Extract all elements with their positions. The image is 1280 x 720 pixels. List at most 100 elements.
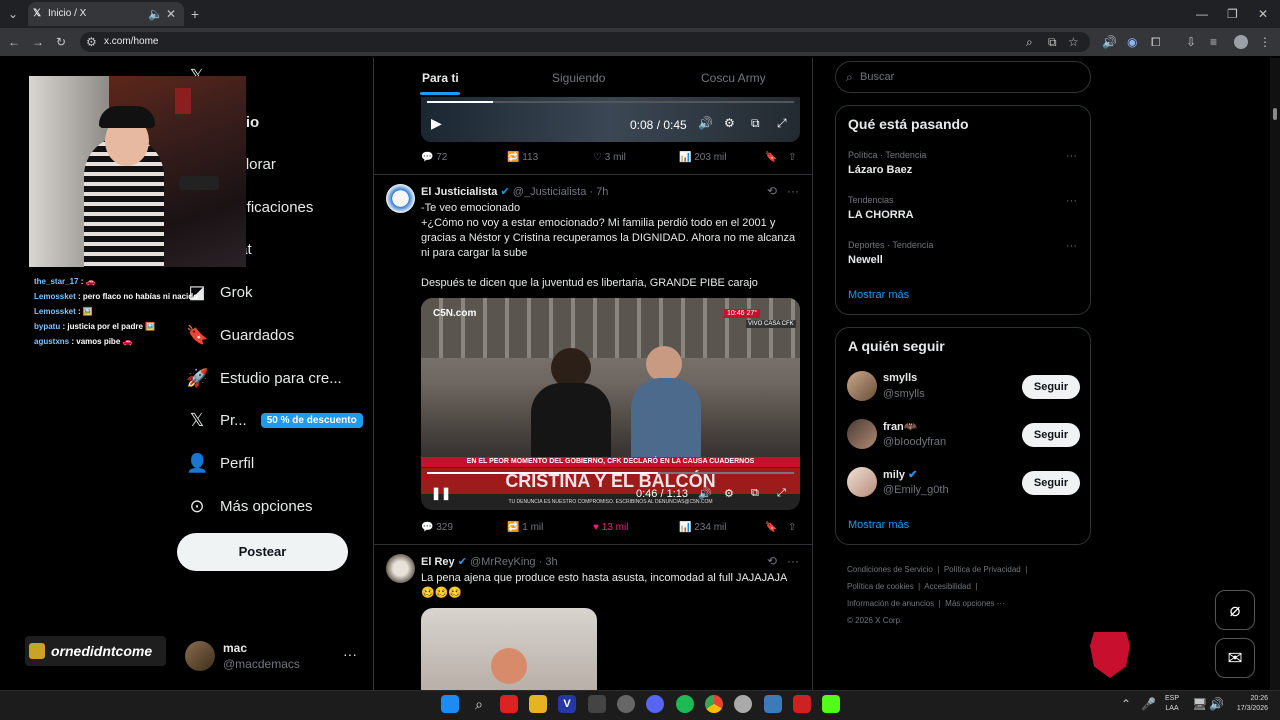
post-more-icon[interactable]: ··· (787, 184, 799, 198)
share-button[interactable]: ⇧ (788, 522, 796, 533)
post-time[interactable]: · 3h (539, 556, 558, 568)
account-switcher[interactable]: mac @macdemacs ··· (185, 638, 365, 674)
follow-item[interactable]: fran🦇 @bIoodyfran Seguir (836, 418, 1090, 454)
maximize-icon[interactable]: ❐ (1227, 7, 1238, 21)
media-wave-icon[interactable]: ◉ (1127, 35, 1137, 49)
spotify-icon[interactable] (676, 695, 694, 713)
fullscreen-icon[interactable]: ⤢ (777, 116, 787, 131)
views-button[interactable]: 📊 203 mil (679, 152, 726, 163)
footer-link[interactable]: Accesibilidad (924, 582, 971, 591)
app-v-icon[interactable]: V (558, 695, 576, 713)
scrollbar-thumb[interactable] (1273, 108, 1277, 120)
back-icon[interactable]: ← (8, 35, 20, 49)
tab-siguiendo[interactable]: Siguiendo (552, 71, 605, 85)
like-button[interactable]: ♥ 13 mil (593, 522, 628, 533)
grok-explain-icon[interactable]: ⟲ (767, 184, 777, 198)
app-icon[interactable] (793, 695, 811, 713)
trend-more-icon[interactable]: ··· (1066, 240, 1077, 252)
bookmark-button[interactable]: 🔖 (765, 522, 777, 533)
bookmark-star-icon[interactable]: ☆ (1068, 35, 1079, 49)
pip-icon[interactable]: ⧉ (751, 116, 760, 131)
account-more-icon[interactable]: ··· (343, 646, 357, 662)
post-video-player[interactable]: C5N.com 10:46 27° VIVO CASA CFK EN EL PE… (421, 298, 800, 510)
post-video-progress-track[interactable] (427, 472, 794, 474)
post-el-justicialista[interactable]: El Justicialista ✔ @_Justicialista · 7h … (374, 175, 812, 545)
repost-button[interactable]: 🔁 113 (507, 152, 538, 163)
post-time[interactable]: · 7h (589, 186, 608, 198)
reload-icon[interactable]: ↻ (56, 35, 66, 49)
minimize-icon[interactable]: — (1196, 7, 1208, 21)
follow-item[interactable]: mily ✔ @Emily_g0th Seguir (836, 466, 1090, 502)
sidebar-item-perfil[interactable]: 👤 Perfil (186, 443, 376, 483)
trend-item[interactable]: Tendencias LA CHORRA ··· (836, 195, 1090, 235)
bookmark-button[interactable]: 🔖 (765, 152, 777, 163)
pause-icon[interactable]: ❚❚ (431, 486, 451, 500)
taskbar-search-icon[interactable]: ⌕ (470, 695, 488, 713)
site-info-icon[interactable]: ⚙ (86, 35, 97, 49)
downloads-icon[interactable]: ⇩ (1186, 35, 1196, 49)
app-icon[interactable] (500, 695, 518, 713)
follow-item[interactable]: smylls @smylls Seguir (836, 370, 1090, 406)
start-icon[interactable] (441, 695, 459, 713)
sidebar-item-mas-opciones[interactable]: ⊙ Más opciones (186, 486, 376, 526)
browser-tab[interactable]: 𝕏 Inicio / X 🔈 ✕ (28, 2, 184, 26)
post-author[interactable]: El Rey (421, 556, 455, 568)
play-icon[interactable]: ▶ (431, 115, 442, 132)
grok-float-icon[interactable]: ⌀ (1215, 590, 1255, 630)
extensions-icon[interactable]: ⧠ (1151, 35, 1161, 49)
app-icon[interactable] (588, 695, 606, 713)
post-author[interactable]: El Justicialista (421, 186, 497, 198)
address-bar[interactable]: ⚙ x.com/home ⌕ ⧉ ☆ (80, 32, 1090, 52)
views-button[interactable]: 📊 234 mil (679, 522, 726, 533)
page-scrollbar[interactable] (1270, 58, 1280, 690)
forward-icon[interactable]: → (32, 35, 44, 49)
post-more-icon[interactable]: ··· (787, 554, 799, 568)
follow-show-more[interactable]: Mostrar más (848, 519, 909, 531)
top-video-progress-track[interactable] (427, 101, 794, 103)
footer-link[interactable]: Más opciones ··· (945, 599, 1005, 608)
tab-search-icon[interactable]: ⌄ (6, 7, 20, 21)
profile-avatar[interactable] (1234, 35, 1248, 49)
reading-list-icon[interactable]: ≡ (1210, 35, 1217, 49)
tab-close-icon[interactable]: ✕ (166, 7, 176, 21)
trend-item[interactable]: Deportes · Tendencia Newell ··· (836, 240, 1090, 280)
repost-button[interactable]: 🔁 1 mil (507, 522, 543, 533)
tab-para-ti[interactable]: Para ti (422, 71, 459, 85)
volume-icon[interactable]: 🔊 (698, 116, 713, 130)
tab-audio-icon[interactable]: 🔈 (148, 7, 163, 21)
trends-show-more[interactable]: Mostrar más (848, 289, 909, 301)
post-avatar[interactable] (386, 554, 415, 583)
install-icon[interactable]: ⧉ (1048, 35, 1057, 49)
window-close-icon[interactable]: ✕ (1258, 7, 1268, 21)
trend-item[interactable]: Política · Tendencia Lázaro Baez ··· (836, 150, 1090, 190)
post-button[interactable]: Postear (177, 533, 348, 571)
reply-button[interactable]: 💬 329 (421, 522, 453, 533)
media-icon[interactable]: 🔊 (1102, 35, 1117, 49)
network-icon[interactable]: 🖥 (1192, 697, 1207, 711)
grok-explain-icon[interactable]: ⟲ (767, 554, 777, 568)
footer-link[interactable]: Información de anuncios (847, 599, 934, 608)
volume-tray-icon[interactable]: 🔊 (1209, 697, 1224, 711)
kick-icon[interactable] (822, 695, 840, 713)
app-icon[interactable] (764, 695, 782, 713)
app-icon[interactable] (734, 695, 752, 713)
menu-kebab-icon[interactable]: ⋮ (1259, 35, 1271, 49)
search-input[interactable]: ⌕ Buscar (835, 61, 1091, 93)
messages-float-icon[interactable]: ✉ (1215, 638, 1255, 678)
follow-button[interactable]: Seguir (1022, 375, 1080, 399)
chrome-icon[interactable] (705, 695, 723, 713)
footer-link[interactable]: Política de cookies (847, 582, 914, 591)
app-icon[interactable] (617, 695, 635, 713)
settings-icon[interactable]: ⚙ (724, 487, 734, 500)
follow-button[interactable]: Seguir (1022, 471, 1080, 495)
mic-icon[interactable]: 🎤 (1141, 697, 1156, 711)
follow-button[interactable]: Seguir (1022, 423, 1080, 447)
discord-icon[interactable] (646, 695, 664, 713)
footer-link[interactable]: Condiciones de Servicio (847, 565, 933, 574)
fullscreen-icon[interactable]: ⤢ (777, 487, 786, 500)
file-explorer-icon[interactable] (529, 695, 547, 713)
post-handle[interactable]: @MrReyKing (470, 556, 536, 568)
tray-chevron-icon[interactable]: ⌃ (1121, 697, 1131, 711)
top-video-player[interactable]: ▶ 0:08 / 0:45 🔊 ⚙ ⧉ ⤢ (421, 97, 800, 142)
trend-more-icon[interactable]: ··· (1066, 195, 1077, 207)
